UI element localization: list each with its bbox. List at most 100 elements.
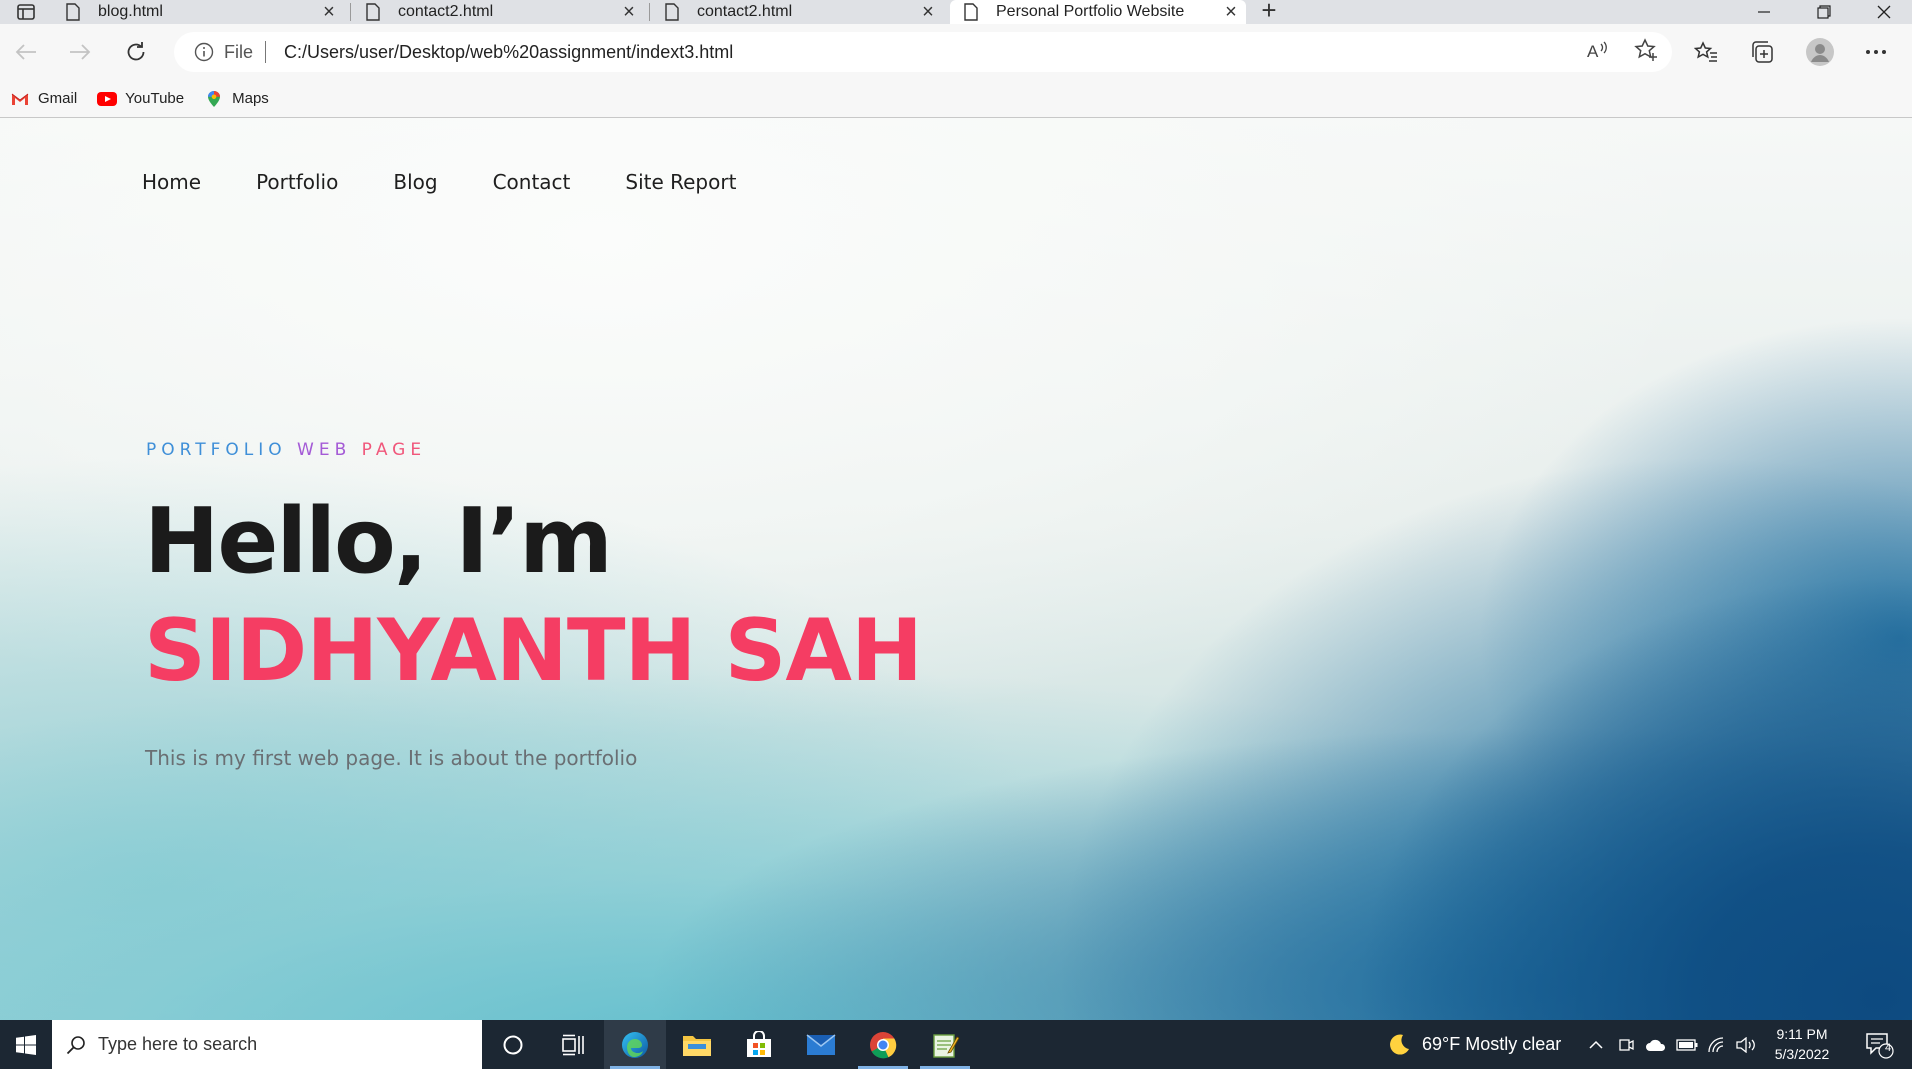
- more-icon: [1866, 50, 1886, 54]
- gmail-icon: [10, 91, 30, 107]
- page-icon: [366, 3, 386, 21]
- show-hidden-icons-button[interactable]: [1582, 1020, 1610, 1069]
- nav-link-home[interactable]: Home: [142, 170, 201, 194]
- address-bar[interactable]: File C:/Users/user/Desktop/web%20assignm…: [174, 32, 1672, 72]
- start-button[interactable]: [0, 1020, 52, 1069]
- bookmark-label: YouTube: [125, 90, 185, 107]
- restore-button[interactable]: [1796, 0, 1852, 24]
- page-icon: [665, 3, 685, 21]
- nav-link-site-report[interactable]: Site Report: [625, 170, 736, 194]
- page-icon: [66, 3, 86, 21]
- taskbar-search[interactable]: Type here to search: [52, 1020, 482, 1069]
- portfolio-page: Home Portfolio Blog Contact Site Report …: [0, 118, 1912, 1020]
- hero-greeting: Hello, I’m: [144, 489, 613, 594]
- tray-meet-icon[interactable]: [1612, 1020, 1640, 1069]
- address-bar-actions: A: [1586, 32, 1658, 72]
- tab-contact2-second[interactable]: contact2.html ×: [651, 0, 943, 24]
- site-nav: Home Portfolio Blog Contact Site Report: [142, 170, 791, 194]
- folder-icon: [683, 1035, 711, 1056]
- cortana-button[interactable]: [482, 1020, 544, 1069]
- refresh-icon: [127, 42, 145, 61]
- system-clock[interactable]: 9:11 PM 5/3/2022: [1760, 1024, 1844, 1064]
- nav-link-portfolio[interactable]: Portfolio: [256, 170, 338, 194]
- tab-personal-portfolio[interactable]: Personal Portfolio Website ×: [950, 0, 1246, 24]
- eyebrow-word: PORTFOLIO: [146, 440, 287, 460]
- eyebrow-word: PAGE: [361, 440, 427, 460]
- screen: blog.html × contact2.html × contact2.htm…: [0, 0, 1912, 1069]
- camera-icon: [1619, 1038, 1634, 1051]
- hero-name: SIDHYANTH SAH: [144, 601, 923, 701]
- task-view-icon: [562, 1034, 584, 1055]
- tab-divider: [649, 3, 650, 21]
- settings-menu-button[interactable]: [1856, 34, 1896, 70]
- taskbar-app-store[interactable]: [728, 1020, 790, 1069]
- plus-icon: +: [1261, 0, 1277, 25]
- hero-eyebrow: PORTFOLIO WEB PAGE: [146, 440, 426, 460]
- close-icon[interactable]: ×: [1216, 1, 1246, 24]
- tray-wifi-icon[interactable]: [1702, 1020, 1732, 1069]
- nav-link-contact[interactable]: Contact: [493, 170, 571, 194]
- bookmark-maps[interactable]: Maps: [204, 90, 269, 107]
- bookmarks-bar: Gmail YouTube Maps: [0, 80, 1912, 118]
- security-label: File: [224, 41, 254, 62]
- info-icon[interactable]: [194, 42, 214, 62]
- edge-icon: [622, 1031, 648, 1058]
- new-tab-button[interactable]: +: [1254, 0, 1284, 24]
- taskbar-app-edge[interactable]: [604, 1020, 666, 1069]
- taskbar-app-chrome[interactable]: [852, 1020, 914, 1069]
- bookmark-youtube[interactable]: YouTube: [97, 90, 184, 107]
- read-aloud-icon[interactable]: A: [1586, 40, 1608, 65]
- wifi-icon: [1708, 1036, 1724, 1052]
- page-icon: [964, 3, 984, 21]
- weather-text: 69°F Mostly clear: [1422, 1034, 1562, 1054]
- add-favorite-icon[interactable]: [1634, 37, 1658, 67]
- favorites-icon: [1694, 41, 1717, 62]
- refresh-button[interactable]: [118, 34, 154, 70]
- weather-widget[interactable]: 69°F Mostly clear: [1386, 1020, 1561, 1069]
- chrome-icon: [870, 1031, 897, 1058]
- tab-blog[interactable]: blog.html ×: [52, 0, 344, 24]
- close-icon[interactable]: ×: [913, 1, 943, 24]
- arrow-left-icon: [15, 44, 36, 60]
- search-icon: [66, 1035, 86, 1055]
- clock-time: 9:11 PM: [1776, 1026, 1828, 1042]
- tab-title: contact2.html: [697, 3, 793, 20]
- close-icon[interactable]: ×: [614, 1, 644, 24]
- close-window-button[interactable]: [1856, 0, 1912, 24]
- tab-strip: blog.html × contact2.html × contact2.htm…: [0, 0, 1912, 24]
- eyebrow-word: WEB: [297, 440, 352, 460]
- nav-link-blog[interactable]: Blog: [393, 170, 437, 194]
- taskbar-app-mail[interactable]: [790, 1020, 852, 1069]
- bookmark-gmail[interactable]: Gmail: [10, 90, 77, 107]
- speaker-icon: [1736, 1036, 1755, 1053]
- task-view-button[interactable]: [542, 1020, 604, 1069]
- favorites-button[interactable]: [1686, 34, 1726, 70]
- tab-actions-button[interactable]: [0, 0, 52, 24]
- tray-volume-icon[interactable]: [1732, 1020, 1760, 1069]
- taskbar: Type here to search 69°F Mostly clear 9:…: [0, 1020, 1912, 1069]
- cloud-icon: [1646, 1039, 1666, 1051]
- profile-button[interactable]: [1800, 34, 1840, 70]
- store-icon: [747, 1030, 771, 1057]
- clock-date: 5/3/2022: [1774, 1046, 1830, 1062]
- windows-icon: [16, 1034, 36, 1055]
- taskbar-app-notepad[interactable]: [914, 1020, 976, 1069]
- tray-onedrive-icon[interactable]: [1640, 1020, 1672, 1069]
- tray-battery-icon[interactable]: [1672, 1020, 1702, 1069]
- bookmark-label: Maps: [232, 90, 269, 107]
- taskbar-app-file-explorer[interactable]: [666, 1020, 728, 1069]
- tab-actions-icon: [17, 4, 35, 20]
- action-center-button[interactable]: 4: [1854, 1020, 1904, 1069]
- restore-icon: [1817, 5, 1831, 19]
- avatar: [1806, 38, 1834, 66]
- back-button[interactable]: [8, 34, 44, 70]
- close-icon[interactable]: ×: [314, 1, 344, 24]
- search-placeholder: Type here to search: [98, 1034, 258, 1054]
- url-text[interactable]: C:/Users/user/Desktop/web%20assignment/i…: [284, 42, 733, 63]
- tab-contact2[interactable]: contact2.html ×: [352, 0, 644, 24]
- forward-button[interactable]: [62, 34, 98, 70]
- mail-icon: [806, 1033, 836, 1055]
- minimize-button[interactable]: [1736, 0, 1792, 24]
- collections-button[interactable]: [1742, 34, 1782, 70]
- svg-text:A: A: [1587, 42, 1599, 60]
